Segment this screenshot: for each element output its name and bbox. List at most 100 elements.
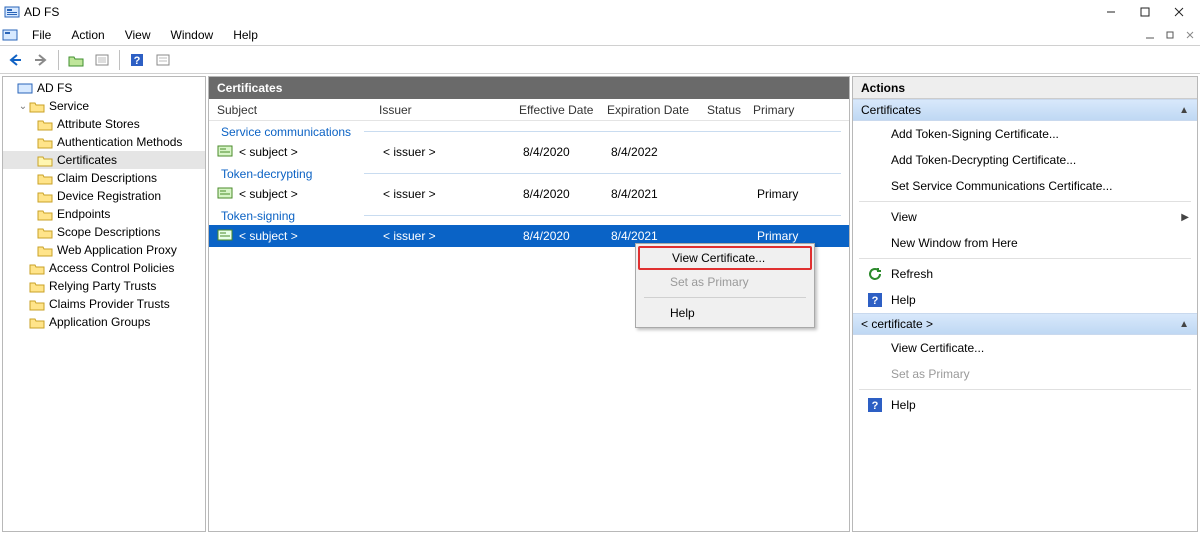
minimize-button[interactable] (1094, 0, 1128, 24)
adfs-root-icon (17, 81, 33, 95)
action-label: Help (891, 398, 916, 412)
tree-device-registration[interactable]: Device Registration (3, 187, 205, 205)
ctx-help[interactable]: Help (638, 301, 812, 325)
toolbar-properties-button[interactable] (91, 49, 113, 71)
action-set-as-primary: Set as Primary (853, 361, 1197, 387)
toolbar-help-button[interactable]: ? (126, 49, 148, 71)
collapse-icon[interactable]: ⌄ (17, 101, 29, 112)
separator (859, 389, 1191, 390)
action-label: Refresh (891, 267, 933, 281)
tree-claim-descriptions[interactable]: Claim Descriptions (3, 169, 205, 187)
action-new-window[interactable]: New Window from Here (853, 230, 1197, 256)
toolbar-folder-button[interactable] (65, 49, 87, 71)
cell-issuer: < issuer > (383, 229, 523, 243)
action-set-service-comm-cert[interactable]: Set Service Communications Certificate..… (853, 173, 1197, 199)
tree-certificates[interactable]: Certificates (3, 151, 205, 169)
cell-subject: < subject > (239, 145, 383, 159)
action-view[interactable]: View▶ (853, 204, 1197, 230)
mdi-minimize-button[interactable] (1141, 26, 1159, 44)
ctx-view-certificate[interactable]: View Certificate... (638, 246, 812, 270)
cell-primary: Primary (757, 187, 819, 201)
certificates-panel: Certificates Subject Issuer Effective Da… (208, 76, 850, 532)
tree-item-label: Certificates (57, 153, 117, 167)
col-effective[interactable]: Effective Date (519, 103, 607, 117)
collapse-up-icon: ▲ (1179, 319, 1189, 330)
col-issuer[interactable]: Issuer (379, 103, 519, 117)
help-icon: ? (867, 292, 883, 308)
folder-icon (29, 279, 45, 293)
maximize-button[interactable] (1128, 0, 1162, 24)
tree-service[interactable]: ⌄ Service (3, 97, 205, 115)
svg-text:?: ? (872, 400, 879, 412)
mdi-close-button[interactable] (1181, 26, 1199, 44)
action-add-token-signing[interactable]: Add Token-Signing Certificate... (853, 121, 1197, 147)
refresh-icon (867, 266, 883, 282)
close-button[interactable] (1162, 0, 1196, 24)
cell-issuer: < issuer > (383, 187, 523, 201)
mdi-restore-button[interactable] (1161, 26, 1179, 44)
col-primary[interactable]: Primary (753, 103, 815, 117)
tree-item-label: Endpoints (57, 207, 110, 221)
action-label: Set as Primary (891, 367, 970, 381)
action-view-certificate[interactable]: View Certificate... (853, 335, 1197, 361)
section-label: < certificate > (861, 317, 933, 331)
col-expiration[interactable]: Expiration Date (607, 103, 707, 117)
menu-help[interactable]: Help (223, 24, 268, 46)
col-subject[interactable]: Subject (217, 103, 379, 117)
menu-bar: File Action View Window Help (0, 24, 1200, 46)
nav-forward-button[interactable] (30, 49, 52, 71)
tree-item-label: Web Application Proxy (57, 243, 177, 257)
column-headers: Subject Issuer Effective Date Expiration… (209, 99, 849, 121)
group-token-signing: Token-signing (209, 205, 849, 225)
separator (859, 258, 1191, 259)
col-status[interactable]: Status (707, 103, 753, 117)
toolbar-list-button[interactable] (152, 49, 174, 71)
nav-tree: AD FS ⌄ Service Attribute Stores Authent… (2, 76, 206, 532)
folder-icon (37, 243, 53, 257)
cell-expiration: 8/4/2021 (611, 229, 711, 243)
cert-row[interactable]: < subject > < issuer > 8/4/2020 8/4/2021… (209, 183, 849, 205)
tree-relying-party-trusts[interactable]: Relying Party Trusts (3, 277, 205, 295)
actions-section-certificates[interactable]: Certificates ▲ (853, 99, 1197, 121)
menu-window[interactable]: Window (161, 24, 224, 46)
certificate-icon (217, 144, 233, 158)
cell-subject: < subject > (239, 187, 383, 201)
menu-action[interactable]: Action (61, 24, 114, 46)
action-help-2[interactable]: ? Help (853, 392, 1197, 418)
cell-primary: Primary (757, 229, 819, 243)
tree-authentication-methods[interactable]: Authentication Methods (3, 133, 205, 151)
folder-icon (37, 117, 53, 131)
action-label: New Window from Here (891, 236, 1018, 250)
action-help[interactable]: ? Help (853, 287, 1197, 313)
tree-claims-provider-trusts[interactable]: Claims Provider Trusts (3, 295, 205, 313)
nav-back-button[interactable] (4, 49, 26, 71)
tree-application-groups[interactable]: Application Groups (3, 313, 205, 331)
action-add-token-decrypting[interactable]: Add Token-Decrypting Certificate... (853, 147, 1197, 173)
folder-icon (37, 135, 53, 149)
menu-file[interactable]: File (22, 24, 61, 46)
cell-effective: 8/4/2020 (523, 145, 611, 159)
cert-row[interactable]: < subject > < issuer > 8/4/2020 8/4/2022 (209, 141, 849, 163)
title-bar: AD FS (0, 0, 1200, 24)
toolbar: ? (0, 46, 1200, 74)
tree-item-label: Access Control Policies (49, 261, 174, 275)
folder-icon (37, 171, 53, 185)
tree-item-label: Claims Provider Trusts (49, 297, 170, 311)
action-label: View (891, 210, 917, 224)
action-refresh[interactable]: Refresh (853, 261, 1197, 287)
menu-view[interactable]: View (115, 24, 161, 46)
action-label: Help (891, 293, 916, 307)
tree-web-application-proxy[interactable]: Web Application Proxy (3, 241, 205, 259)
tree-root-adfs[interactable]: AD FS (3, 79, 205, 97)
ctx-set-as-primary: Set as Primary (638, 270, 812, 294)
folder-icon (29, 297, 45, 311)
tree-attribute-stores[interactable]: Attribute Stores (3, 115, 205, 133)
actions-section-certificate-item[interactable]: < certificate > ▲ (853, 313, 1197, 335)
certificate-icon (217, 228, 233, 242)
tree-service-label: Service (49, 99, 89, 113)
tree-item-label: Attribute Stores (57, 117, 140, 131)
tree-endpoints[interactable]: Endpoints (3, 205, 205, 223)
actions-title: Actions (853, 77, 1197, 99)
tree-access-control-policies[interactable]: Access Control Policies (3, 259, 205, 277)
tree-scope-descriptions[interactable]: Scope Descriptions (3, 223, 205, 241)
